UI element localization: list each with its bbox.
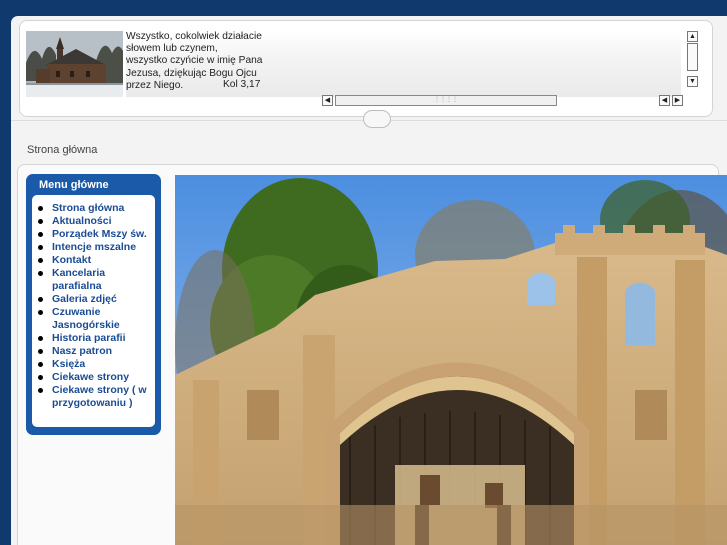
scroll-up-button[interactable]: ▲ [687, 31, 698, 42]
quote-line: Wszystko, cokolwiek działacie [126, 31, 262, 42]
altar-photo [175, 175, 727, 545]
menu-item-strona-glowna[interactable]: Strona główna [32, 202, 152, 215]
scroll-left-button[interactable]: ◀ [322, 95, 333, 106]
menu-item-nasz-patron[interactable]: Nasz patron [32, 345, 152, 358]
menu-item-kancelaria-parafialna[interactable]: Kancelaria parafialna [32, 267, 152, 293]
vertical-scroll-thumb[interactable] [687, 43, 698, 71]
quote-horizontal-scrollbar[interactable]: ◀ ⋮⋮⋮⋮ ◀ ▶ [322, 95, 686, 107]
menu-item-porzadek-mszy[interactable]: Porządek Mszy św. [32, 228, 152, 241]
menu-item-ksieza[interactable]: Księża [32, 358, 152, 371]
horizontal-scroll-thumb[interactable]: ⋮⋮⋮⋮ [335, 95, 557, 106]
menu-item-aktualnosci[interactable]: Aktualności [32, 215, 152, 228]
scroll-left-button-2[interactable]: ◀ [659, 95, 670, 106]
breadcrumb: Strona główna [27, 144, 98, 156]
menu-item-historia-parafii[interactable]: Historia parafii [32, 332, 152, 345]
scripture-quote: Wszystko, cokolwiek działacie słowem lub… [126, 31, 681, 97]
menu-list: Strona główna Aktualności Porządek Mszy … [32, 202, 152, 410]
quote-line: Jezusa, dziękując Bogu Ojcu [126, 67, 257, 79]
main-menu: Menu główne Strona główna Aktualności Po… [26, 174, 161, 435]
menu-item-ciekawe-strony[interactable]: Ciekawe strony [32, 371, 152, 384]
quote-vertical-scrollbar[interactable]: ▲ ▼ [687, 31, 699, 97]
menu-item-intencje-mszalne[interactable]: Intencje mszalne [32, 241, 152, 254]
menu-title: Menu główne [39, 179, 109, 191]
scroll-right-button[interactable]: ▶ [672, 95, 683, 106]
page-container: Wszystko, cokolwiek działacie słowem lub… [11, 16, 727, 545]
menu-item-kontakt[interactable]: Kontakt [32, 254, 152, 267]
menu-item-ciekawe-strony-w-przygotowaniu[interactable]: Ciekawe strony ( w przygotowaniu ) [32, 384, 152, 410]
menu-list-container: Strona główna Aktualności Porządek Mszy … [32, 195, 155, 427]
scroll-down-button[interactable]: ▼ [687, 76, 698, 87]
menu-item-czuwanie-jasnogorskie[interactable]: Czuwanie Jasnogórskie [32, 306, 152, 332]
menu-item-galeria-zdjec[interactable]: Galeria zdjęć [32, 293, 152, 306]
church-thumbnail [26, 31, 123, 97]
collapse-handle-icon[interactable] [363, 110, 391, 128]
header-panel: Wszystko, cokolwiek działacie słowem lub… [19, 20, 713, 117]
quote-reference: Kol 3,17 [223, 79, 261, 90]
quote-line: wszystko czyńcie w imię Pana [126, 55, 263, 67]
quote-line: słowem lub czynem, [126, 43, 218, 55]
